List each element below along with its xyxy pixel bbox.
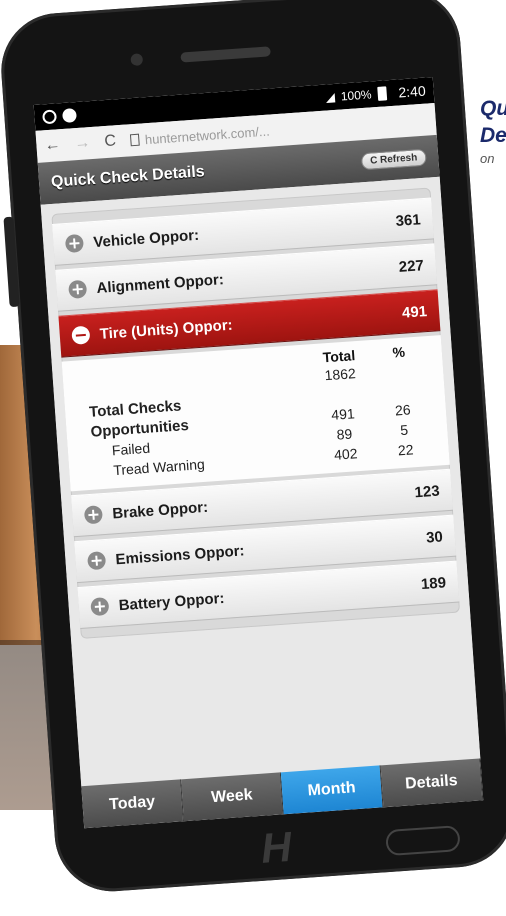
expand-plus-icon bbox=[87, 551, 107, 571]
caption-line-1: Qu bbox=[480, 97, 506, 120]
row-value: 227 bbox=[398, 256, 425, 276]
tab-details[interactable]: Details bbox=[380, 758, 484, 808]
reload-icon[interactable]: C bbox=[104, 132, 117, 151]
details-pct: 22 bbox=[397, 441, 414, 459]
expand-plus-icon bbox=[64, 233, 85, 254]
tire-details-table: Total % 1862 Total Checks Opportunities … bbox=[61, 335, 450, 492]
collapse-minus-icon bbox=[71, 325, 91, 345]
battery-percent: 100% bbox=[340, 87, 372, 104]
opportunity-list: Vehicle Oppor: 361 Alignment Oppor: 227 … bbox=[51, 187, 461, 639]
caption-line-2: De bbox=[480, 124, 506, 147]
details-pct: 5 bbox=[399, 421, 409, 439]
tab-today[interactable]: Today bbox=[81, 779, 184, 829]
notification-icon bbox=[62, 108, 77, 123]
row-label: Battery Oppor: bbox=[118, 589, 225, 614]
expand-plus-icon bbox=[83, 505, 104, 525]
home-button[interactable] bbox=[385, 825, 461, 857]
main-content: Vehicle Oppor: 361 Alignment Oppor: 227 … bbox=[40, 176, 481, 789]
details-total: 402 bbox=[333, 445, 358, 463]
caption-line-3: on bbox=[480, 151, 495, 166]
forward-icon[interactable]: → bbox=[74, 134, 91, 153]
row-value: 189 bbox=[420, 573, 447, 593]
row-value: 361 bbox=[395, 210, 422, 230]
page-icon bbox=[129, 133, 140, 147]
hunter-logo: H bbox=[259, 822, 293, 872]
details-pct bbox=[377, 388, 427, 391]
row-value: 30 bbox=[425, 527, 444, 547]
row-label: Brake Oppor: bbox=[111, 498, 209, 522]
details-total bbox=[307, 392, 377, 397]
back-icon[interactable]: ← bbox=[44, 136, 61, 155]
battery-icon bbox=[376, 86, 387, 101]
row-value: 491 bbox=[401, 302, 428, 322]
refresh-button[interactable]: C Refresh bbox=[360, 148, 427, 170]
clock: 2:40 bbox=[397, 82, 427, 101]
page-title: Quick Check Details bbox=[50, 163, 206, 191]
phone-device: ◢ 100% 2:40 ← → C hunternetwork.com/... … bbox=[0, 0, 506, 915]
expand-plus-icon bbox=[68, 279, 88, 299]
row-label: Alignment Oppor: bbox=[95, 270, 225, 297]
url-text: hunternetwork.com/... bbox=[144, 123, 271, 147]
expand-plus-icon bbox=[90, 596, 110, 617]
row-label: Tire (Units) Oppor: bbox=[99, 316, 234, 343]
details-pct bbox=[375, 368, 425, 371]
row-label: Emissions Oppor: bbox=[114, 541, 246, 568]
whatsapp-icon bbox=[42, 109, 58, 125]
details-pct: 26 bbox=[394, 401, 412, 419]
row-label: Vehicle Oppor: bbox=[92, 226, 200, 251]
tab-week[interactable]: Week bbox=[181, 772, 284, 822]
wifi-signal-icon: ◢ bbox=[325, 89, 336, 105]
phone-screen: ◢ 100% 2:40 ← → C hunternetwork.com/... … bbox=[33, 77, 484, 829]
caption-text: Qu De on bbox=[480, 95, 506, 166]
tab-month[interactable]: Month bbox=[280, 765, 384, 815]
row-value: 123 bbox=[413, 482, 441, 501]
